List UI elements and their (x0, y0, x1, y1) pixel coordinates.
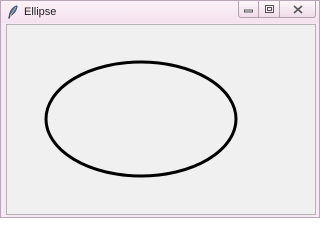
minimize-icon (244, 9, 253, 13)
minimize-button[interactable] (238, 1, 259, 18)
canvas-surface (44, 60, 238, 178)
drawing-canvas[interactable] (6, 24, 316, 215)
maximize-button[interactable] (259, 1, 280, 18)
app-window: Ellipse (0, 0, 320, 218)
maximize-icon (264, 5, 274, 13)
window-controls (238, 1, 316, 18)
ellipse-shape (44, 60, 238, 178)
title-bar[interactable]: Ellipse (1, 1, 319, 23)
window-title: Ellipse (24, 6, 57, 18)
close-button[interactable] (280, 1, 316, 18)
close-icon (292, 4, 303, 14)
feather-icon[interactable] (7, 5, 19, 19)
